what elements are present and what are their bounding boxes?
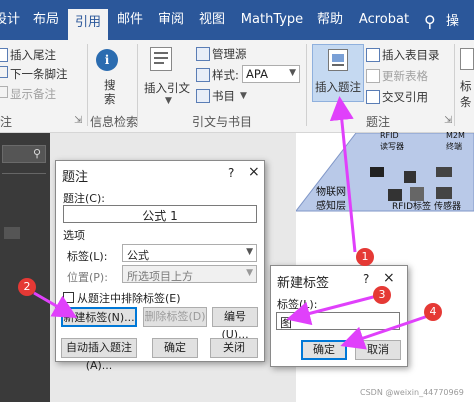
arrow-4 bbox=[340, 314, 429, 350]
arrow-3 bbox=[286, 294, 378, 326]
step-marker-2: 2 bbox=[18, 278, 36, 296]
arrow-2 bbox=[33, 291, 78, 319]
annotation-arrows bbox=[33, 96, 429, 350]
arrow-1 bbox=[329, 96, 357, 253]
step-marker-3: 3 bbox=[373, 286, 391, 304]
step-marker-4: 4 bbox=[424, 303, 442, 321]
step-marker-1: 1 bbox=[356, 248, 374, 266]
watermark: CSDN @weixin_44770969 bbox=[360, 388, 464, 397]
